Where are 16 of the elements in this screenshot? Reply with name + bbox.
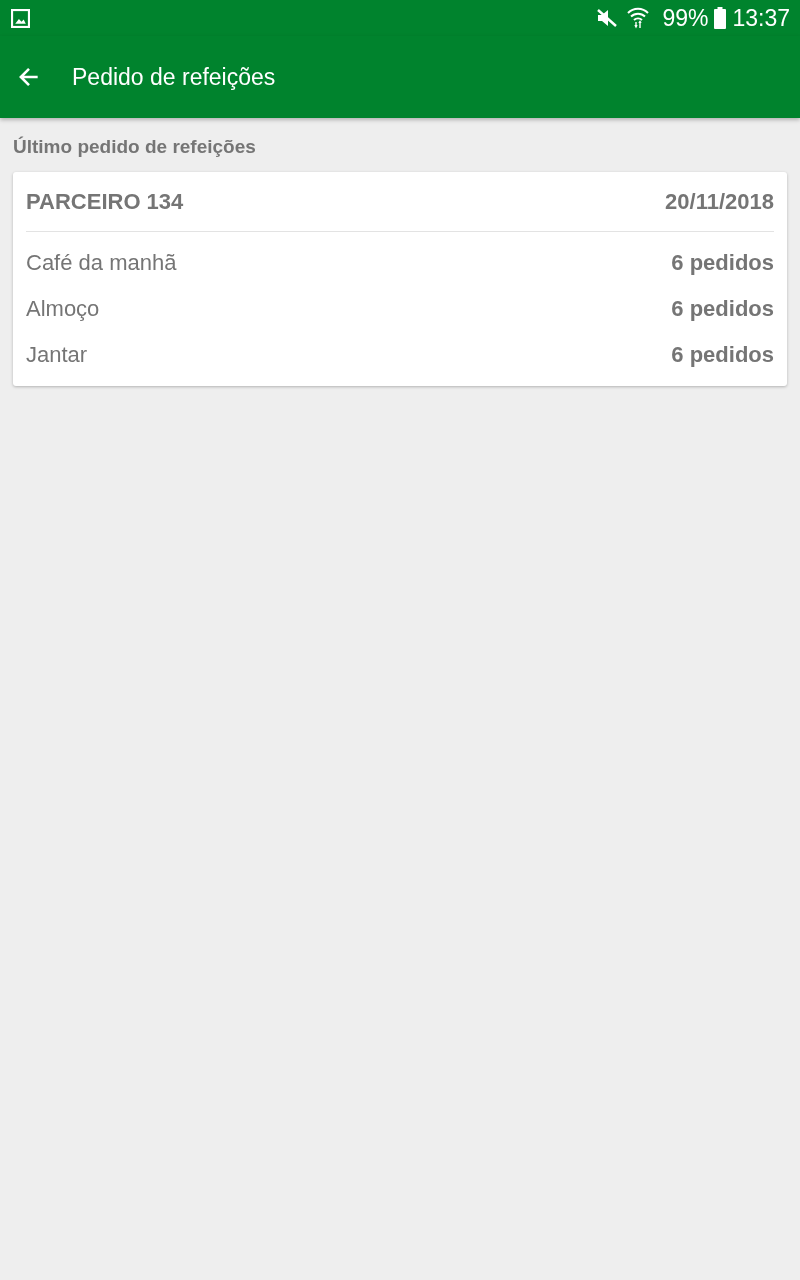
section-title: Último pedido de refeições	[13, 135, 257, 159]
screen-title: Pedido de refeições	[72, 63, 276, 91]
order-date: 20/11/2018	[665, 188, 774, 215]
meal-name: Café da manhã	[26, 250, 177, 276]
wifi-icon	[626, 6, 651, 30]
clock-time: 13:37	[732, 5, 790, 31]
meal-order-count: 6 pedidos	[671, 342, 774, 368]
meal-order-count: 6 pedidos	[671, 296, 774, 322]
battery-percent: 99%	[662, 5, 709, 31]
meal-order-count: 6 pedidos	[671, 250, 774, 276]
battery-icon	[714, 7, 727, 29]
partner-name: PARCEIRO 134	[26, 188, 184, 215]
meal-name: Jantar	[26, 342, 88, 368]
image-icon	[11, 8, 30, 28]
mute-icon	[596, 8, 619, 28]
meal-name: Almoço	[26, 296, 100, 322]
